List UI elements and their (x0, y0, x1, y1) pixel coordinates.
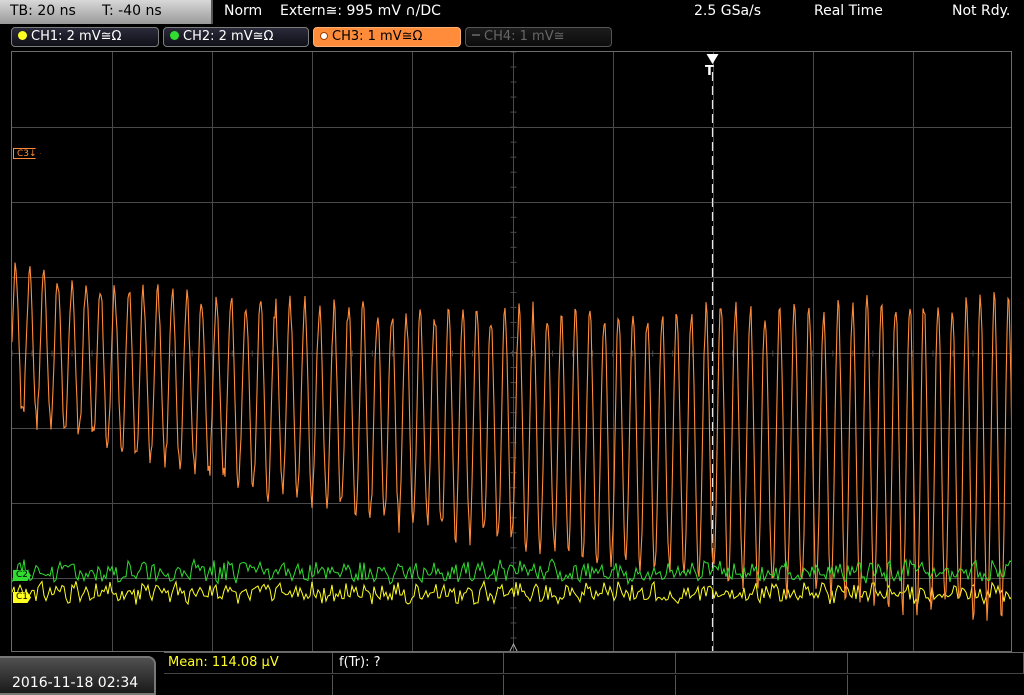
sample-rate: 2.5 GSa/s (694, 3, 762, 19)
ch1-offset-marker[interactable]: C1 (13, 592, 32, 603)
trigger-status: Not Rdy. (952, 3, 1011, 19)
ch4-off-icon (472, 34, 480, 36)
tab-ch1[interactable]: CH1: 2 mV≅Ω (11, 27, 159, 47)
measurement-panel[interactable]: Mean: 114.08 µV f(Tr): ? (164, 652, 1024, 695)
ch2-offset-marker[interactable]: C2 (13, 570, 32, 581)
measurement-ftr: f(Tr): ? (339, 655, 381, 670)
ch3-trace (12, 262, 1011, 621)
acquisition-status-mode: Real Time (814, 3, 883, 19)
ch2-label: CH2: 2 mV≅Ω (183, 29, 274, 44)
ch3-offset-marker[interactable]: C3↓ (13, 148, 41, 159)
ch1-dot-icon (18, 31, 27, 40)
measurement-cell-ftr[interactable]: f(Tr): ? (333, 653, 504, 674)
top-status-bar: TB: 20 ns T: -40 ns Norm Extern≅: 995 mV… (0, 0, 1024, 24)
ch3-label: CH3: 1 mV≅Ω (332, 29, 423, 44)
trigger-position-marker[interactable]: T (705, 64, 714, 79)
measurement-cell-empty-4[interactable] (164, 675, 333, 695)
measurement-cell-empty-1[interactable] (504, 653, 676, 674)
timebase-box[interactable]: TB: 20 ns T: -40 ns (0, 0, 213, 24)
trigger-source[interactable]: Extern≅: 995 mV ∩/DC (280, 3, 441, 19)
trigger-time-label: T: -40 ns (102, 3, 162, 19)
waveform-display[interactable]: C3↓ C2 C1 T (11, 51, 1012, 652)
ch2-dot-icon (170, 31, 179, 40)
measurement-cell-empty-6[interactable] (504, 675, 676, 695)
measurement-cell-empty-3[interactable] (848, 653, 1024, 674)
measurement-cell-empty-2[interactable] (676, 653, 848, 674)
datetime-box: 2016-11-18 02:34 (0, 656, 156, 695)
ch1-label: CH1: 2 mV≅Ω (31, 29, 122, 44)
measurement-cell-empty-5[interactable] (333, 675, 504, 695)
tab-ch4[interactable]: CH4: 1 mV≅ (465, 27, 612, 47)
datetime: 2016-11-18 02:34 (12, 675, 139, 691)
measurement-mean: Mean: 114.08 µV (168, 655, 279, 670)
ch1-trace (12, 579, 1011, 606)
channel-tabs: CH1: 2 mV≅Ω CH2: 2 mV≅Ω CH3: 1 mV≅Ω CH4:… (0, 24, 1024, 50)
measurement-cell-mean[interactable]: Mean: 114.08 µV (164, 653, 333, 674)
timebase-label: TB: 20 ns (10, 3, 76, 19)
tab-ch2[interactable]: CH2: 2 mV≅Ω (163, 27, 309, 47)
acquisition-mode[interactable]: Norm (224, 3, 262, 19)
ch2-trace (12, 557, 1011, 586)
tab-ch3[interactable]: CH3: 1 mV≅Ω (313, 27, 461, 47)
measurement-cell-empty-7[interactable] (676, 675, 848, 695)
waveform-traces (12, 262, 1011, 621)
ch4-label: CH4: 1 mV≅ (484, 29, 565, 44)
bottom-bar: 2016-11-18 02:34 Mean: 114.08 µV f(Tr): … (0, 652, 1024, 695)
ch3-dot-icon (320, 32, 328, 40)
